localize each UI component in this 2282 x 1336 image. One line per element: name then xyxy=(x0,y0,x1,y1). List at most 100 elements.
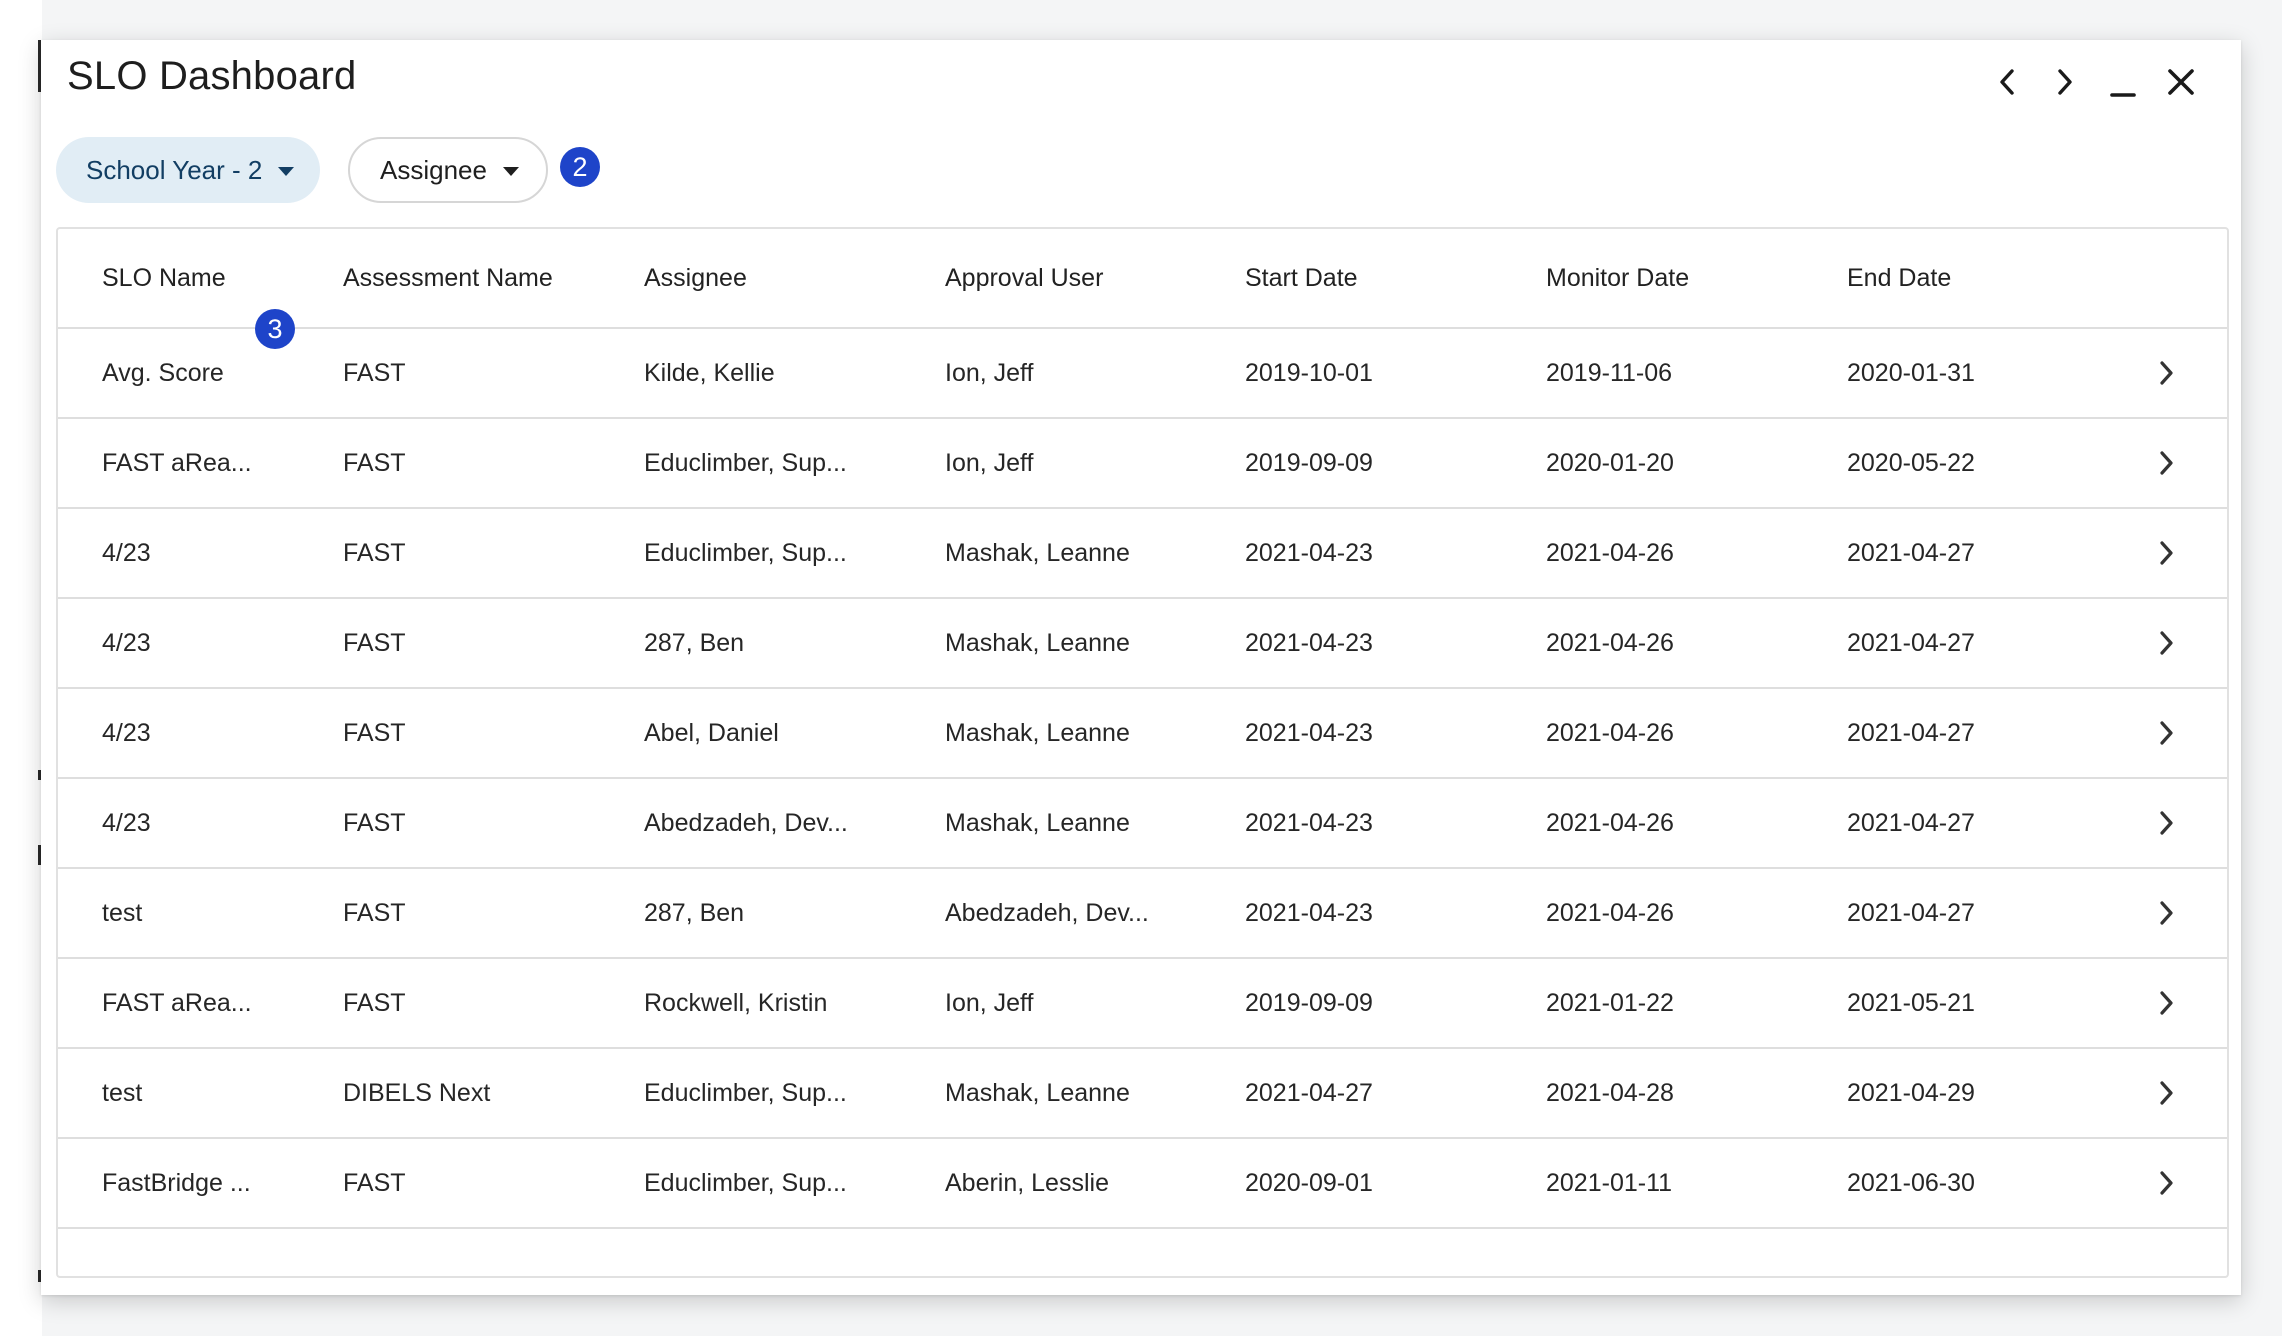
step-badge-2: 2 xyxy=(560,147,600,187)
cell-slo-name: FastBridge ... xyxy=(102,1168,251,1197)
row-chevron-right-icon[interactable] xyxy=(2159,1139,2175,1227)
table-row[interactable]: 4/23 FAST Abel, Daniel Mashak, Leanne 20… xyxy=(58,689,2227,779)
chevron-left-icon xyxy=(2000,69,2014,95)
cell-start-date: 2021-04-23 xyxy=(1245,538,1373,567)
cell-assignee: 287, Ben xyxy=(644,628,745,657)
close-icon xyxy=(2168,69,2194,95)
chevron-right-icon xyxy=(2058,69,2072,95)
cell-approval-user: Mashak, Leanne xyxy=(945,1078,1130,1107)
cell-assignee: Educlimber, Sup... xyxy=(644,448,847,477)
cell-end-date: 2021-04-27 xyxy=(1847,628,1975,657)
cell-start-date: 2019-09-09 xyxy=(1245,448,1373,477)
row-chevron-right-icon[interactable] xyxy=(2159,329,2175,417)
cell-slo-name: FAST aRea... xyxy=(102,988,252,1017)
column-header-end-date[interactable]: End Date xyxy=(1847,229,1951,329)
minimize-button[interactable] xyxy=(2107,62,2139,102)
cell-end-date: 2021-04-27 xyxy=(1847,538,1975,567)
cell-assessment-name: FAST xyxy=(343,448,406,477)
cell-assignee: Abel, Daniel xyxy=(644,718,779,747)
cell-monitor-date: 2021-04-28 xyxy=(1546,1078,1674,1107)
cell-assignee: Rockwell, Kristin xyxy=(644,988,828,1017)
cell-approval-user: Mashak, Leanne xyxy=(945,808,1130,837)
cell-end-date: 2020-05-22 xyxy=(1847,448,1975,477)
cell-assignee: Educlimber, Sup... xyxy=(644,1078,847,1107)
row-chevron-right-icon[interactable] xyxy=(2159,779,2175,867)
table-header: SLO Name Assessment Name Assignee Approv… xyxy=(58,229,2227,349)
window-controls xyxy=(1991,62,2197,102)
caret-down-icon xyxy=(502,167,519,176)
cell-assignee: 287, Ben xyxy=(644,898,745,927)
minimize-icon xyxy=(2110,93,2136,97)
cell-assessment-name: FAST xyxy=(343,898,406,927)
background-app-edge xyxy=(0,0,42,1336)
next-button[interactable] xyxy=(2049,62,2081,102)
cell-approval-user: Aberin, Lesslie xyxy=(945,1168,1109,1197)
caret-down-icon xyxy=(278,167,295,176)
table-row[interactable]: test FAST 287, Ben Abedzadeh, Dev... 202… xyxy=(58,869,2227,959)
row-chevron-right-icon[interactable] xyxy=(2159,419,2175,507)
cell-assignee: Kilde, Kellie xyxy=(644,358,775,387)
cell-end-date: 2021-05-21 xyxy=(1847,988,1975,1017)
column-header-slo-name[interactable]: SLO Name xyxy=(102,229,226,329)
previous-button[interactable] xyxy=(1991,62,2023,102)
table-row[interactable]: 4/23 FAST Abedzadeh, Dev... Mashak, Lean… xyxy=(58,779,2227,869)
cell-approval-user: Mashak, Leanne xyxy=(945,538,1130,567)
row-chevron-right-icon[interactable] xyxy=(2159,689,2175,777)
cell-start-date: 2021-04-23 xyxy=(1245,808,1373,837)
cell-approval-user: Ion, Jeff xyxy=(945,358,1034,387)
cell-monitor-date: 2021-04-26 xyxy=(1546,898,1674,927)
cell-slo-name: 4/23 xyxy=(102,538,151,567)
table-row[interactable]: Avg. Score FAST Kilde, Kellie Ion, Jeff … xyxy=(58,329,2227,419)
column-header-assignee[interactable]: Assignee xyxy=(644,229,747,329)
cell-assessment-name: FAST xyxy=(343,808,406,837)
cell-start-date: 2021-04-23 xyxy=(1245,628,1373,657)
cell-approval-user: Ion, Jeff xyxy=(945,448,1034,477)
cell-assessment-name: DIBELS Next xyxy=(343,1078,491,1107)
table-row[interactable]: FAST aRea... FAST Rockwell, Kristin Ion,… xyxy=(58,959,2227,1049)
cell-assessment-name: FAST xyxy=(343,718,406,747)
cell-start-date: 2020-09-01 xyxy=(1245,1168,1373,1197)
cell-monitor-date: 2019-11-06 xyxy=(1546,358,1673,387)
filter-bar: School Year - 2 Assignee 2 xyxy=(56,137,600,203)
cell-start-date: 2021-04-23 xyxy=(1245,718,1373,747)
table-row[interactable]: test DIBELS Next Educlimber, Sup... Mash… xyxy=(58,1049,2227,1139)
school-year-filter[interactable]: School Year - 2 xyxy=(56,137,320,203)
cell-end-date: 2021-04-29 xyxy=(1847,1078,1975,1107)
cell-end-date: 2021-04-27 xyxy=(1847,718,1975,747)
cell-assessment-name: FAST xyxy=(343,358,406,387)
cell-end-date: 2020-01-31 xyxy=(1847,358,1975,387)
cell-approval-user: Abedzadeh, Dev... xyxy=(945,898,1149,927)
row-chevron-right-icon[interactable] xyxy=(2159,599,2175,687)
table-row[interactable]: FAST aRea... FAST Educlimber, Sup... Ion… xyxy=(58,419,2227,509)
cell-start-date: 2021-04-27 xyxy=(1245,1078,1373,1107)
column-header-monitor-date[interactable]: Monitor Date xyxy=(1546,229,1689,329)
cell-slo-name: test xyxy=(102,898,143,927)
assignee-filter[interactable]: Assignee xyxy=(348,137,548,203)
row-chevron-right-icon[interactable] xyxy=(2159,869,2175,957)
cell-slo-name: FAST aRea... xyxy=(102,448,252,477)
window-title: SLO Dashboard xyxy=(67,54,357,98)
cell-monitor-date: 2021-01-11 xyxy=(1546,1168,1673,1197)
column-header-assessment-name[interactable]: Assessment Name xyxy=(343,229,553,329)
cell-approval-user: Ion, Jeff xyxy=(945,988,1034,1017)
cell-assignee: Educlimber, Sup... xyxy=(644,1168,847,1197)
cell-slo-name: 4/23 xyxy=(102,718,151,747)
cell-slo-name: test xyxy=(102,1078,143,1107)
row-chevron-right-icon[interactable] xyxy=(2159,1049,2175,1137)
cell-monitor-date: 2021-04-26 xyxy=(1546,538,1674,567)
table-row[interactable]: 4/23 FAST Educlimber, Sup... Mashak, Lea… xyxy=(58,509,2227,599)
close-button[interactable] xyxy=(2165,62,2197,102)
column-header-approval-user[interactable]: Approval User xyxy=(945,229,1103,329)
row-chevron-right-icon[interactable] xyxy=(2159,959,2175,1047)
cell-slo-name: Avg. Score xyxy=(102,358,224,387)
column-header-start-date[interactable]: Start Date xyxy=(1245,229,1358,329)
cell-monitor-date: 2020-01-20 xyxy=(1546,448,1674,477)
cell-monitor-date: 2021-01-22 xyxy=(1546,988,1674,1017)
slo-dashboard-window: SLO Dashboard School Year - 2 Assignee 2… xyxy=(41,40,2241,1295)
cell-assessment-name: FAST xyxy=(343,988,406,1017)
school-year-filter-label: School Year - 2 xyxy=(86,154,263,185)
step-badge-3: 3 xyxy=(255,309,295,349)
table-row[interactable]: FastBridge ... FAST Educlimber, Sup... A… xyxy=(58,1139,2227,1229)
table-row[interactable]: 4/23 FAST 287, Ben Mashak, Leanne 2021-0… xyxy=(58,599,2227,689)
row-chevron-right-icon[interactable] xyxy=(2159,509,2175,597)
